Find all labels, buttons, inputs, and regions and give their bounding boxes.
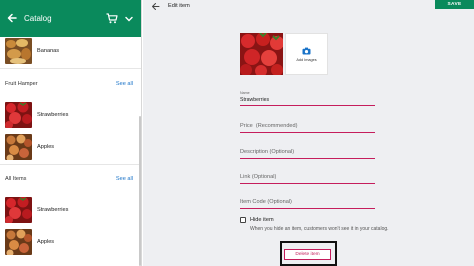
section-title: Fruit Hamper: [5, 81, 38, 87]
field-underline: [240, 183, 375, 184]
strawberry-thumbnail: [5, 197, 32, 223]
item-label: Apples: [37, 144, 55, 150]
back-arrow-icon[interactable]: [6, 12, 18, 24]
name-field[interactable]: Name Strawberries: [240, 89, 375, 107]
delete-item-button[interactable]: Delete item: [284, 249, 331, 260]
name-field-value: Strawberries: [240, 97, 270, 103]
apple-thumbnail: [5, 229, 32, 255]
catalog-panel: Catalog Bananas Fruit Hamper See all Str…: [0, 0, 142, 266]
edit-item-panel: Edit item SAVE Add Images Name Strawberr: [143, 0, 474, 266]
add-images-label: Add Images: [296, 58, 317, 62]
field-underline: [240, 208, 375, 209]
name-field-label: Name: [240, 91, 250, 95]
price-field[interactable]: Price (Recommended): [240, 120, 375, 134]
hide-item-label: Hide item: [250, 217, 274, 223]
list-item[interactable]: Apples: [0, 134, 141, 162]
scrollbar[interactable]: [139, 116, 141, 266]
list-item[interactable]: Strawberries: [0, 197, 141, 225]
edit-item-top-bar: Edit item SAVE: [143, 0, 474, 13]
back-arrow-icon[interactable]: [151, 2, 160, 11]
price-field-placeholder: Price (Recommended): [240, 123, 298, 129]
link-field-placeholder: Link (Optional): [240, 174, 277, 180]
field-underline: [240, 132, 375, 133]
hide-item-checkbox[interactable]: [240, 217, 246, 223]
section-title: All Items: [5, 176, 27, 182]
apple-thumbnail: [5, 134, 32, 160]
item-label: Strawberries: [37, 207, 69, 213]
item-code-field-placeholder: Item Code (Optional): [240, 199, 292, 205]
chevron-down-icon[interactable]: [125, 16, 133, 22]
link-field[interactable]: Link (Optional): [240, 171, 375, 185]
catalog-title: Catalog: [24, 14, 52, 23]
strawberry-thumbnail: [5, 102, 32, 128]
add-images-button[interactable]: Add Images: [285, 33, 328, 75]
list-item[interactable]: Strawberries: [0, 102, 141, 130]
item-label: Apples: [37, 239, 55, 245]
divider: [0, 164, 141, 165]
field-underline: [240, 105, 375, 106]
hide-item-help-text: When you hide an item, customers won't s…: [250, 226, 389, 232]
cart-icon[interactable]: [106, 13, 118, 24]
description-field-placeholder: Description (Optional): [240, 149, 295, 155]
page-title: Edit item: [168, 3, 190, 9]
see-all-link[interactable]: See all: [116, 81, 133, 87]
save-button[interactable]: SAVE: [435, 0, 474, 9]
catalog-app-bar: Catalog: [0, 0, 141, 37]
item-label: Bananas: [37, 48, 60, 54]
banana-thumbnail: [5, 38, 32, 64]
list-item[interactable]: Bananas: [0, 38, 141, 66]
item-image[interactable]: [240, 33, 283, 75]
description-field[interactable]: Description (Optional): [240, 146, 375, 160]
see-all-link[interactable]: See all: [116, 176, 133, 182]
camera-icon: [302, 47, 311, 55]
divider: [0, 68, 141, 69]
list-item[interactable]: Apples: [0, 229, 141, 257]
item-code-field[interactable]: Item Code (Optional): [240, 196, 375, 210]
field-underline: [240, 158, 375, 159]
item-label: Strawberries: [37, 112, 69, 118]
